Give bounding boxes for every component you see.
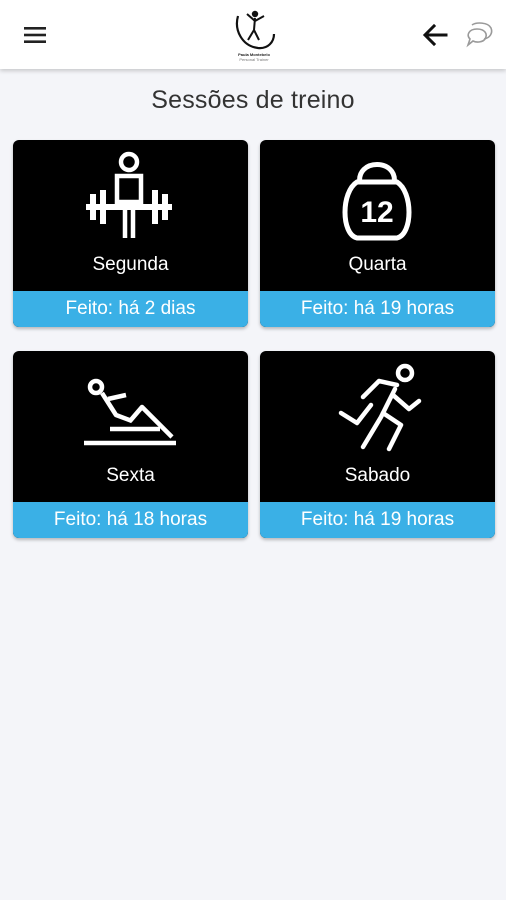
session-day-label: Segunda: [92, 254, 169, 275]
page-title: Sessões de treino: [151, 86, 355, 114]
top-app-bar: Paula Montebelo Personal Trainer: [0, 0, 506, 69]
hamburger-menu-icon[interactable]: [22, 22, 48, 48]
session-day-label: Sabado: [344, 465, 411, 486]
session-card-quarta[interactable]: 12 Quarta Feito: há 19 horas: [260, 140, 495, 327]
logo-text-line2: Personal Trainer: [239, 57, 269, 62]
weightlifter-icon: [80, 148, 180, 248]
session-status-badge: Feito: há 19 horas: [260, 502, 495, 538]
session-card-sabado[interactable]: Sabado Feito: há 19 horas: [260, 351, 495, 538]
arrow-left-icon[interactable]: [420, 20, 450, 50]
app-logo: Paula Montebelo Personal Trainer: [228, 8, 280, 64]
kettlebell-12-icon: 12: [327, 148, 427, 248]
chat-bubbles-icon[interactable]: [463, 19, 495, 51]
situp-exercise-icon: [80, 359, 180, 459]
runner-icon: [327, 359, 427, 459]
kettlebell-number: 12: [360, 196, 393, 229]
session-status-badge: Feito: há 18 horas: [13, 502, 248, 538]
session-card-segunda[interactable]: Segunda Feito: há 2 dias: [13, 140, 248, 327]
session-status-badge: Feito: há 19 horas: [260, 291, 495, 327]
session-status-badge: Feito: há 2 dias: [13, 291, 248, 327]
session-day-label: Sexta: [106, 465, 155, 486]
session-day-label: Quarta: [348, 254, 407, 275]
session-card-sexta[interactable]: Sexta Feito: há 18 horas: [13, 351, 248, 538]
